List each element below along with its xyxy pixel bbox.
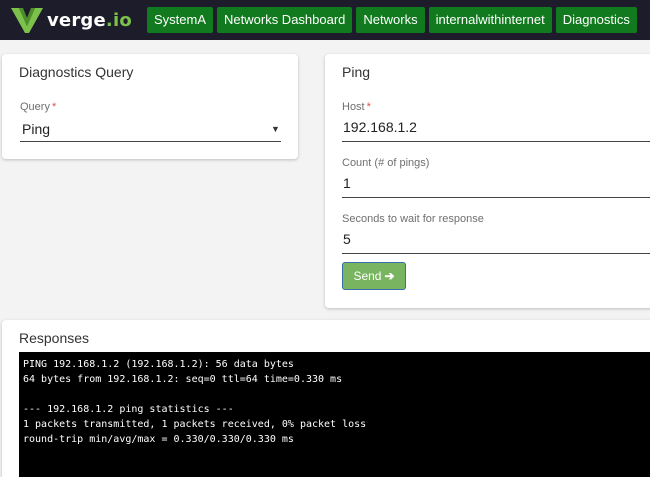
host-input[interactable]: 192.168.1.2 [343,119,417,135]
brand-logo[interactable]: verge.io [10,5,132,35]
breadcrumb: SystemA Networks Dashboard Networks inte… [147,7,641,33]
arrow-right-icon: ➔ [384,269,395,283]
query-select-value: Ping [22,121,51,137]
query-select[interactable]: Ping ▼ [20,116,281,142]
breadcrumb-networks-dashboard[interactable]: Networks Dashboard [217,7,353,33]
count-underline [342,197,650,198]
query-underline [20,141,281,142]
breadcrumb-networks[interactable]: Networks [356,7,425,33]
count-label: Count (# of pings) [342,157,430,169]
responses-output: PING 192.168.1.2 (192.168.1.2): 56 data … [19,352,650,477]
breadcrumb-systema[interactable]: SystemA [147,7,214,33]
ping-title: Ping [342,64,371,80]
verge-logo-icon [11,8,43,33]
wait-underline [342,253,650,254]
count-input[interactable]: 1 [343,175,351,191]
query-label: Query * [20,101,57,113]
responses-title: Responses [19,330,90,346]
brand-name: verge.io [47,9,132,31]
breadcrumb-diagnostics[interactable]: Diagnostics [555,7,637,33]
wait-input[interactable]: 5 [343,231,351,247]
wait-label: Seconds to wait for response [342,213,484,225]
required-indicator: * [366,101,371,113]
triangle-down-icon: ▼ [271,124,280,134]
top-navigation-bar: verge.io SystemA Networks Dashboard Netw… [0,0,650,40]
host-label: Host * [342,101,371,113]
host-underline [342,141,650,142]
send-button-label: Send [353,269,382,283]
required-indicator: * [51,101,57,113]
diagnostics-query-title: Diagnostics Query [19,64,134,80]
send-button[interactable]: Send ➔ [342,262,406,290]
breadcrumb-internalwithinternet[interactable]: internalwithinternet [428,7,552,33]
